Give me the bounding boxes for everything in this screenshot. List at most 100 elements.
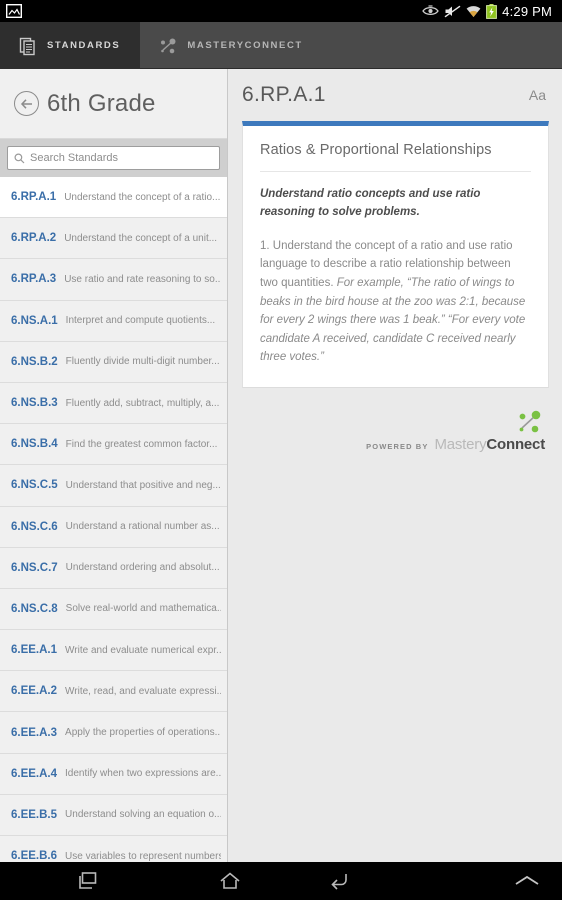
main-body: 6th Grade Search Standards 6.RP.A.1 Under… [0, 69, 562, 862]
status-bar-system-icons: 4:29 PM [422, 3, 556, 19]
standard-code: 6.NS.C.5 [11, 479, 58, 492]
standard-description: Understand a rational number as... [65, 521, 220, 533]
recents-button[interactable] [0, 862, 175, 900]
standard-description: Write and evaluate numerical expr... [65, 644, 221, 656]
list-item[interactable]: 6.NS.B.3 Fluently add, subtract, multiply… [0, 382, 227, 425]
standard-code: 6.NS.A.1 [11, 314, 58, 327]
standards-sidebar: 6th Grade Search Standards 6.RP.A.1 Under… [0, 69, 228, 862]
standard-card: Ratios & Proportional Relationships Unde… [242, 121, 549, 388]
back-icon [331, 874, 347, 890]
wifi-icon [466, 5, 481, 17]
standard-domain-title: Ratios & Proportional Relationships [260, 142, 531, 172]
tab-standards[interactable]: STANDARDS [0, 22, 141, 69]
list-item[interactable]: 6.EE.A.1 Write and evaluate numerical exp… [0, 630, 227, 672]
brand-name: MasteryConnect [434, 436, 545, 453]
battery-charging-icon [486, 3, 498, 19]
standard-description: Solve real-world and mathematica... [65, 603, 221, 615]
standard-description: Understand ordering and absolut... [65, 562, 220, 574]
standard-code: 6.RP.A.1 [11, 191, 57, 204]
powered-by-label: POWERED BY [366, 442, 429, 451]
standard-code: 6.EE.A.1 [11, 644, 58, 657]
eye-icon [422, 5, 439, 16]
standard-code: 6.EE.A.3 [11, 726, 58, 739]
standard-code: 6.NS.C.6 [11, 520, 58, 533]
search-input[interactable]: Search Standards [7, 146, 220, 170]
tab-masteryconnect-label: MASTERYCONNECT [187, 40, 303, 51]
list-item[interactable]: 6.NS.C.5 Understand that positive and neg… [0, 465, 227, 507]
standard-description: Fluently add, subtract, multiply, a... [65, 397, 220, 409]
standard-description: Interpret and compute quotients... [65, 315, 216, 327]
search-bar: Search Standards [0, 139, 227, 177]
list-item[interactable]: 6.NS.C.8 Solve real-world and mathematica… [0, 588, 227, 631]
list-item[interactable]: 6.NS.C.7 Understand ordering and absolut.… [0, 547, 227, 589]
back-arrow-icon[interactable] [14, 91, 39, 116]
powered-by-footer: POWERED BY MasteryConnect [229, 409, 562, 453]
documents-icon [19, 37, 35, 55]
home-button[interactable] [175, 862, 285, 900]
brand-name-first: Mastery [434, 436, 487, 453]
standard-code: 6.NS.C.8 [11, 602, 58, 615]
list-item[interactable]: 6.NS.B.2 Fluently divide multi-digit numb… [0, 341, 227, 383]
search-icon [14, 153, 25, 163]
standard-code: 6.NS.B.4 [11, 438, 58, 451]
standard-description: Understand that positive and neg... [65, 479, 221, 491]
app-root: 4:29 PM STANDARDS MASTERYCONNECT 6th Gra… [0, 0, 562, 900]
search-placeholder: Search Standards [30, 152, 119, 164]
standard-code: 6.RP.A.3 [11, 273, 57, 286]
standard-description: Write, read, and evaluate expressi... [65, 685, 221, 697]
standard-body-example: For example, “The ratio of wings to beak… [260, 276, 526, 364]
standard-detail-panel: 6.RP.A.1 Aa Ratios & Proportional Relati… [229, 69, 562, 862]
font-size-button[interactable]: Aa [529, 87, 546, 103]
brand-name-second: Connect [486, 436, 545, 453]
android-navigation-bar [0, 862, 562, 900]
page-title: 6th Grade [47, 89, 156, 117]
standard-description: Use ratio and rate reasoning to so... [64, 273, 221, 285]
list-item[interactable]: 6.RP.A.1 Understand the concept of a rati… [0, 177, 227, 219]
standard-code: 6.EE.B.6 [11, 850, 58, 862]
list-item[interactable]: 6.EE.B.6 Use variables to represent numbe… [0, 836, 227, 862]
list-item[interactable]: 6.EE.B.5 Understand solving an equation o… [0, 794, 227, 836]
standard-code: 6.EE.A.4 [11, 767, 58, 780]
standard-code: 6.RP.A.2 [11, 232, 57, 245]
network-nodes-icon [161, 38, 176, 53]
standard-description: Understand the concept of a unit... [64, 232, 218, 244]
detail-header: 6.RP.A.1 Aa [229, 69, 562, 121]
chevron-up-icon [515, 875, 539, 885]
standard-code: 6.NS.B.3 [11, 397, 58, 410]
expand-button[interactable] [492, 862, 562, 900]
standard-description: Apply the properties of operations... [65, 727, 221, 739]
standard-code: 6.NS.C.7 [11, 561, 58, 574]
list-item[interactable]: 6.NS.B.4 Find the greatest common factor.… [0, 424, 227, 466]
volume-mute-icon [444, 5, 461, 17]
sidebar-header: 6th Grade [0, 69, 227, 139]
standard-code: 6.EE.B.5 [11, 808, 58, 821]
powered-by-row: POWERED BY MasteryConnect [366, 436, 545, 453]
standards-list[interactable]: 6.RP.A.1 Understand the concept of a rati… [0, 177, 227, 862]
standard-description: Identify when two expressions are... [65, 768, 221, 780]
list-item[interactable]: 6.EE.A.4 Identify when two expressions ar… [0, 753, 227, 795]
standard-cluster-text: Understand ratio concepts and use ratio … [260, 188, 481, 218]
standard-description: Understand solving an equation o... [65, 809, 221, 821]
status-bar-notifications [6, 4, 22, 18]
detail-standard-code: 6.RP.A.1 [242, 83, 326, 106]
list-item[interactable]: 6.RP.A.3 Use ratio and rate reasoning to … [0, 259, 227, 301]
standard-code: 6.NS.B.2 [11, 355, 58, 368]
list-item[interactable]: 6.RP.A.2 Understand the concept of a unit… [0, 218, 227, 260]
list-item[interactable]: 6.NS.A.1 Interpret and compute quotients.… [0, 300, 227, 342]
standard-code: 6.EE.A.2 [11, 685, 58, 698]
list-item[interactable]: 6.EE.A.3 Apply the properties of operatio… [0, 712, 227, 754]
standard-description: Find the greatest common factor... [65, 438, 218, 450]
status-bar-clock: 4:29 PM [502, 3, 552, 19]
masteryconnect-nodes-icon [519, 410, 541, 433]
recents-icon [78, 872, 96, 889]
back-button[interactable] [285, 862, 395, 900]
standard-description: Understand the concept of a ratio... [64, 191, 221, 203]
list-item[interactable]: 6.NS.C.6 Understand a rational number as.… [0, 506, 227, 548]
standard-body-text: 1. Understand the concept of a ratio and… [260, 237, 531, 367]
list-item[interactable]: 6.EE.A.2 Write, read, and evaluate expres… [0, 671, 227, 713]
home-icon [220, 872, 240, 889]
tab-standards-label: STANDARDS [47, 40, 121, 51]
standard-description: Fluently divide multi-digit number... [65, 356, 220, 368]
tab-masteryconnect[interactable]: MASTERYCONNECT [140, 22, 322, 69]
standard-description: Use variables to represent numbers... [65, 850, 221, 862]
